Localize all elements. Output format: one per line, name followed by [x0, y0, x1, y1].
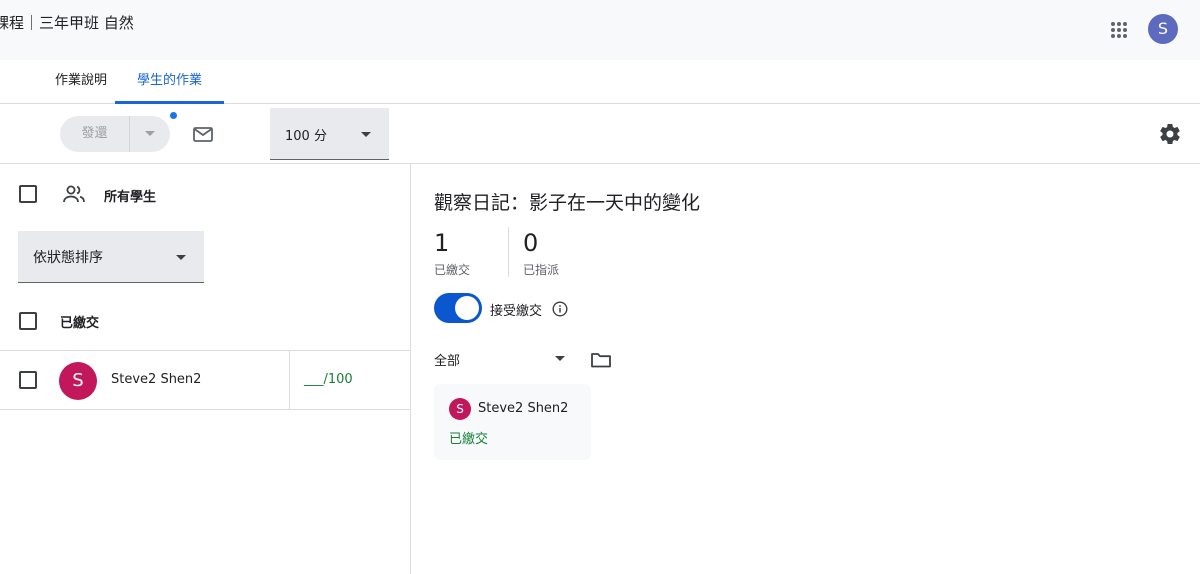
section-checkbox[interactable] [19, 312, 37, 330]
stat-divider [508, 227, 509, 277]
all-students-label: 所有學生 [104, 190, 157, 205]
course-title[interactable]: 課程｜三年甲班 自然 [0, 12, 134, 33]
select-all-checkbox[interactable] [19, 185, 37, 203]
tab-student-work[interactable]: 學生的作業 [115, 60, 224, 104]
return-button-label[interactable]: 發還 [60, 116, 130, 152]
avatar: S [449, 398, 471, 420]
info-icon[interactable] [552, 301, 568, 317]
table-row[interactable]: S Steve2 Shen2 ___/100 [0, 350, 411, 410]
toolbar: 發還 100 分 [0, 104, 1200, 164]
accepting-submissions-label: 接受繳交 [490, 304, 543, 319]
status-badge: 已繳交 [449, 432, 489, 447]
sort-select[interactable]: 依狀態排序 [18, 231, 204, 283]
points-select[interactable]: 100 分 [270, 108, 389, 160]
assigned-label: 已指派 [523, 263, 560, 277]
people-icon [63, 185, 85, 203]
top-bar: 課程｜三年甲班 自然 S [0, 0, 1200, 60]
chevron-down-icon [145, 131, 155, 136]
accepting-submissions-toggle[interactable] [434, 293, 482, 323]
tab-bar: 作業說明 學生的作業 [0, 60, 1200, 104]
filter-select[interactable]: 全部 [434, 350, 460, 369]
mail-icon[interactable] [192, 124, 214, 144]
student-name[interactable]: Steve2 Shen2 [111, 372, 201, 387]
card-student-name: Steve2 Shen2 [478, 401, 569, 416]
section-label: 已繳交 [60, 316, 100, 331]
assigned-count[interactable]: 0 [523, 229, 538, 257]
notification-dot [170, 112, 177, 119]
turned-in-label: 已繳交 [434, 263, 471, 277]
roster-pane: 所有學生 依狀態排序 已繳交 S Steve2 Shen2 ___/100 [0, 164, 411, 574]
avatar: S [59, 362, 97, 400]
folder-icon[interactable] [590, 351, 612, 369]
student-checkbox[interactable] [19, 371, 37, 389]
return-button[interactable]: 發還 [60, 116, 170, 152]
return-options-button[interactable] [130, 116, 170, 152]
toggle-knob [455, 296, 479, 320]
account-avatar[interactable]: S [1148, 14, 1178, 44]
chevron-down-icon [176, 255, 186, 260]
student-work-card[interactable]: S Steve2 Shen2 已繳交 [434, 384, 591, 460]
chevron-down-icon [361, 132, 371, 137]
grade-input[interactable]: ___/100 [304, 372, 353, 387]
turned-in-count[interactable]: 1 [434, 229, 449, 257]
sort-value: 依狀態排序 [33, 250, 103, 266]
chevron-down-icon[interactable] [555, 356, 565, 361]
row-divider [289, 351, 290, 409]
gear-icon[interactable] [1158, 122, 1182, 146]
assignment-pane: 觀察日記：影子在一天中的變化 1 已繳交 0 已指派 接受繳交 全部 S Ste… [412, 164, 1200, 574]
assignment-title: 觀察日記：影子在一天中的變化 [434, 192, 701, 214]
apps-grid-icon[interactable] [1110, 21, 1128, 39]
points-value: 100 分 [285, 129, 327, 144]
